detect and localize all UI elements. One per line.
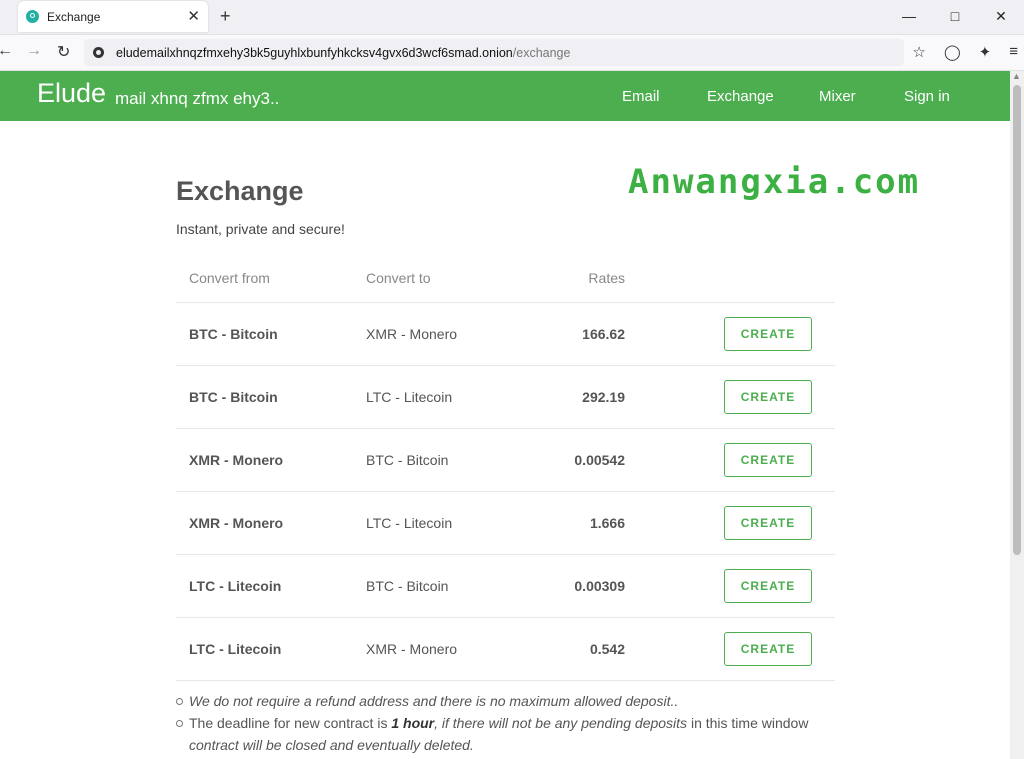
nav-exchange[interactable]: Exchange [707,88,774,105]
bookmark-star-icon[interactable]: ☆ [912,43,925,61]
convert-from-cell: BTC - Bitcoin [189,326,278,342]
rate-cell: 166.62 [582,326,625,342]
note-deadline: The deadline for new contract is 1 hour,… [176,712,816,756]
header-convert-from: Convert from [189,270,270,286]
create-button[interactable]: CREATE [724,317,812,351]
site-favicon-icon [26,10,39,23]
onion-icon [93,47,104,58]
back-icon[interactable]: ← [0,42,13,60]
window-controls: — □ ✕ [886,0,1024,32]
browser-nav-bar: ← → ↻ eludemailxhnqzfmxehy3bk5guyhlxbunf… [0,35,1024,71]
note-refund: We do not require a refund address and t… [176,690,816,712]
rate-cell: 292.19 [582,389,625,405]
site-header: Elude mail xhnq zfmx ehy3.. Email Exchan… [0,71,1010,121]
rate-cell: 0.00542 [574,452,625,468]
address-bar[interactable]: eludemailxhnqzfmxehy3bk5guyhlxbunfyhkcks… [84,39,904,66]
convert-from-cell: XMR - Monero [189,515,284,531]
rate-cell: 0.00309 [574,578,625,594]
page-subtitle: Instant, private and secure! [176,221,345,237]
table-row: BTC - Bitcoin LTC - Litecoin 292.19 CREA… [176,366,835,429]
brand-subtitle: mail xhnq zfmx ehy3.. [115,89,280,108]
browser-toolbar: ☆ ◯ ✦ ≡ [912,43,1018,61]
page-title: Exchange [176,176,304,206]
convert-to-cell: LTC - Litecoin [366,389,453,405]
note-deadline-duration: 1 hour [391,715,435,731]
exchange-rates-table: Convert from Convert to Rates BTC - Bitc… [176,256,835,681]
rate-cell: 1.666 [589,515,625,531]
header-convert-to: Convert to [366,270,431,286]
convert-to-cell: BTC - Bitcoin [366,452,449,468]
note-deadline-window: in this time window [687,715,809,731]
note-deadline-condition: , if there will not be any pending depos… [434,715,688,731]
watermark: Anwangxia.com [628,162,921,202]
scrollbar-thumb[interactable] [1013,85,1021,555]
shield-icon[interactable]: ◯ [944,43,961,61]
create-button[interactable]: CREATE [724,443,812,477]
convert-from-cell: LTC - Litecoin [189,641,282,657]
convert-from-cell: BTC - Bitcoin [189,389,278,405]
page-scrollbar[interactable]: ▲ [1010,71,1024,759]
convert-to-cell: LTC - Litecoin [366,515,453,531]
create-button[interactable]: CREATE [724,632,812,666]
table-row: XMR - Monero BTC - Bitcoin 0.00542 CREAT… [176,429,835,492]
convert-to-cell: BTC - Bitcoin [366,578,449,594]
exchange-notes: We do not require a refund address and t… [176,690,816,756]
note-refund-rest: and there is no maximum allowed deposit.… [409,693,679,709]
note-deadline-closure: contract will be closed and eventually d… [189,737,474,753]
convert-from-cell: LTC - Litecoin [189,578,282,594]
menu-icon[interactable]: ≡ [1009,43,1018,61]
note-refund-emphasis: We do not require a refund address [189,693,409,709]
new-tab-button[interactable]: + [220,6,231,27]
table-header: Convert from Convert to Rates [176,256,835,303]
table-row: LTC - Litecoin XMR - Monero 0.542 CREATE [176,618,835,681]
url-path: /exchange [512,45,571,60]
brand-logo[interactable]: Elude [37,78,106,109]
convert-to-cell: XMR - Monero [366,641,458,657]
table-row: XMR - Monero LTC - Litecoin 1.666 CREATE [176,492,835,555]
create-button[interactable]: CREATE [724,380,812,414]
tor-circuit-icon[interactable]: ✦ [979,43,992,61]
maximize-icon[interactable]: □ [932,0,978,32]
nav-sign-in[interactable]: Sign in [904,88,950,105]
rate-cell: 0.542 [589,641,625,657]
scroll-up-icon[interactable]: ▲ [1012,71,1021,81]
url-text[interactable]: eludemailxhnqzfmxehy3bk5guyhlxbunfyhkcks… [116,46,570,60]
note-deadline-text: The deadline for new contract is [189,715,392,731]
table-row: LTC - Litecoin BTC - Bitcoin 0.00309 CRE… [176,555,835,618]
close-window-icon[interactable]: ✕ [978,0,1024,32]
close-tab-icon[interactable]: ✕ [187,9,200,24]
minimize-icon[interactable]: — [886,0,932,32]
table-row: BTC - Bitcoin XMR - Monero 166.62 CREATE [176,303,835,366]
create-button[interactable]: CREATE [724,506,812,540]
browser-tab[interactable]: Exchange ✕ [18,1,208,32]
convert-to-cell: XMR - Monero [366,326,458,342]
tab-title: Exchange [47,9,101,24]
convert-from-cell: XMR - Monero [189,452,284,468]
nav-email[interactable]: Email [622,88,660,105]
reload-icon[interactable]: ↻ [57,42,70,62]
url-host: eludemailxhnqzfmxehy3bk5guyhlxbunfyhkcks… [116,45,513,60]
forward-icon[interactable]: → [26,42,42,60]
browser-tab-bar: Exchange ✕ + — □ ✕ [0,0,1024,35]
create-button[interactable]: CREATE [724,569,812,603]
nav-mixer[interactable]: Mixer [819,88,856,105]
header-rates: Rates [588,270,625,286]
